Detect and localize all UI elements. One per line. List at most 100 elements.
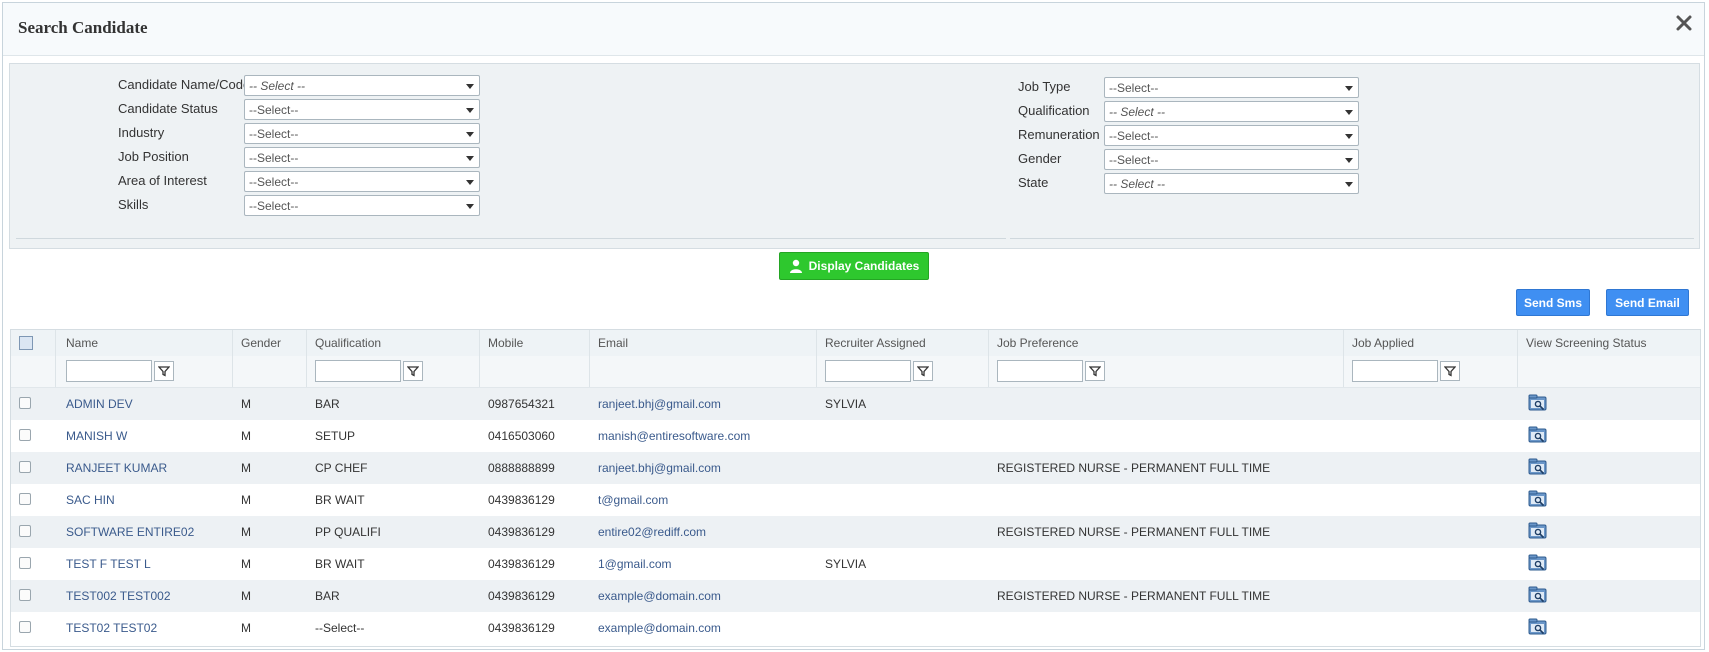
cell-name[interactable]: TEST F TEST L [66, 557, 151, 571]
filter-label: Remuneration [1018, 127, 1100, 142]
row-checkbox[interactable] [19, 429, 31, 441]
filter-label: Candidate Name/Code [118, 77, 251, 92]
cell-email[interactable]: example@domain.com [598, 589, 721, 603]
filter-select[interactable]: --Select-- [1104, 149, 1359, 170]
cell-name[interactable]: SOFTWARE ENTIRE02 [66, 525, 194, 539]
send-sms-label: Send Sms [1523, 295, 1583, 310]
cell-name[interactable]: ADMIN DEV [66, 397, 133, 411]
cell-email[interactable]: example@domain.com [598, 621, 721, 635]
filter-select[interactable]: --Select-- [244, 147, 480, 168]
filter-select[interactable]: --Select-- [244, 195, 480, 216]
filter-select[interactable]: -- Select -- [1104, 173, 1359, 194]
name-filter-input[interactable] [66, 360, 152, 382]
filter-select-value: --Select-- [249, 151, 299, 165]
filter-icon[interactable] [154, 361, 174, 381]
cell-email[interactable]: t@gmail.com [598, 493, 668, 507]
column-separator [988, 330, 989, 387]
column-header-qualification[interactable]: Qualification [315, 336, 381, 350]
column-header-job-preference[interactable]: Job Preference [997, 336, 1078, 350]
table-row: SOFTWARE ENTIRE02 M PP QUALIFI 0439836129 en… [11, 516, 1700, 548]
column-header-gender[interactable]: Gender [241, 336, 281, 350]
cell-name[interactable]: SAC HIN [66, 493, 115, 507]
column-separator [589, 330, 590, 387]
cell-gender: M [241, 493, 251, 507]
cell-email[interactable]: entire02@rediff.com [598, 525, 706, 539]
cell-gender: M [241, 461, 251, 475]
filter-icon[interactable] [1085, 361, 1105, 381]
search-candidate-dialog: Search Candidate Candidate Name/Code -- S… [2, 2, 1705, 650]
cell-mobile: 0888888899 [488, 461, 555, 475]
cell-job-preference: REGISTERED NURSE - PERMANENT FULL TIME [997, 525, 1271, 539]
chevron-down-icon [1345, 182, 1353, 187]
display-candidates-button[interactable]: Display Candidates [779, 252, 929, 280]
filter-select[interactable]: --Select-- [244, 171, 480, 192]
cell-mobile: 0416503060 [488, 429, 555, 443]
cell-name[interactable]: MANISH W [66, 429, 127, 443]
send-email-button[interactable]: Send Email [1606, 289, 1689, 316]
view-screening-icon[interactable] [1528, 426, 1548, 444]
view-screening-icon[interactable] [1528, 522, 1548, 540]
cell-name[interactable]: RANJEET KUMAR [66, 461, 167, 475]
filter-select[interactable]: -- Select -- [244, 75, 480, 96]
cell-email[interactable]: ranjeet.bhj@gmail.com [598, 461, 721, 475]
chevron-down-icon [1345, 86, 1353, 91]
cell-qualification: BR WAIT [315, 557, 365, 571]
candidate-grid: Name Gender Qualification Mobile Email R… [10, 329, 1701, 647]
row-checkbox[interactable] [19, 621, 31, 633]
filter-select[interactable]: --Select-- [244, 123, 480, 144]
filter-icon[interactable] [403, 361, 423, 381]
column-header-screening[interactable]: View Screening Status [1526, 336, 1647, 350]
dialog-titlebar: Search Candidate [3, 3, 1704, 56]
qualification-filter-input[interactable] [315, 360, 401, 382]
row-checkbox[interactable] [19, 493, 31, 505]
view-screening-icon[interactable] [1528, 394, 1548, 412]
cell-mobile: 0439836129 [488, 621, 555, 635]
cell-email[interactable]: 1@gmail.com [598, 557, 672, 571]
job-applied-filter-input[interactable] [1352, 360, 1438, 382]
filter-select[interactable]: -- Select -- [1104, 101, 1359, 122]
cell-gender: M [241, 397, 251, 411]
filter-icon[interactable] [913, 361, 933, 381]
cell-email[interactable]: manish@entiresoftware.com [598, 429, 750, 443]
table-row: TEST F TEST L M BR WAIT 0439836129 1@gmail.c… [11, 548, 1700, 580]
row-checkbox[interactable] [19, 461, 31, 473]
row-checkbox[interactable] [19, 589, 31, 601]
close-icon[interactable] [1674, 13, 1694, 33]
dialog-title: Search Candidate [18, 18, 148, 37]
row-checkbox[interactable] [19, 557, 31, 569]
cell-name[interactable]: TEST002 TEST002 [66, 589, 171, 603]
cell-qualification: --Select-- [315, 621, 365, 635]
filter-select[interactable]: --Select-- [244, 99, 480, 120]
column-header-mobile[interactable]: Mobile [488, 336, 523, 350]
send-sms-button[interactable]: Send Sms [1516, 289, 1590, 316]
column-separator [816, 330, 817, 387]
cell-email[interactable]: ranjeet.bhj@gmail.com [598, 397, 721, 411]
cell-name[interactable]: TEST02 TEST02 [66, 621, 157, 635]
view-screening-icon[interactable] [1528, 618, 1548, 636]
filter-select[interactable]: --Select-- [1104, 77, 1359, 98]
chevron-down-icon [1345, 158, 1353, 163]
filter-label: Skills [118, 197, 149, 212]
cell-job-preference: REGISTERED NURSE - PERMANENT FULL TIME [997, 461, 1271, 475]
view-screening-icon[interactable] [1528, 458, 1548, 476]
row-checkbox[interactable] [19, 397, 31, 409]
row-checkbox[interactable] [19, 525, 31, 537]
column-header-job-applied[interactable]: Job Applied [1352, 336, 1414, 350]
cell-mobile: 0439836129 [488, 493, 555, 507]
select-all-checkbox[interactable] [19, 336, 33, 350]
chevron-down-icon [466, 108, 474, 113]
column-separator [1517, 330, 1518, 387]
job-preference-filter-input[interactable] [997, 360, 1083, 382]
cell-mobile: 0987654321 [488, 397, 555, 411]
filter-select[interactable]: --Select-- [1104, 125, 1359, 146]
column-header-recruiter[interactable]: Recruiter Assigned [825, 336, 926, 350]
display-candidates-label: Display Candidates [808, 259, 920, 273]
view-screening-icon[interactable] [1528, 490, 1548, 508]
column-header-name[interactable]: Name [66, 336, 98, 350]
filter-icon[interactable] [1440, 361, 1460, 381]
recruiter-filter-input[interactable] [825, 360, 911, 382]
column-header-email[interactable]: Email [598, 336, 628, 350]
grid-filter-row [11, 356, 1700, 388]
view-screening-icon[interactable] [1528, 554, 1548, 572]
view-screening-icon[interactable] [1528, 586, 1548, 604]
